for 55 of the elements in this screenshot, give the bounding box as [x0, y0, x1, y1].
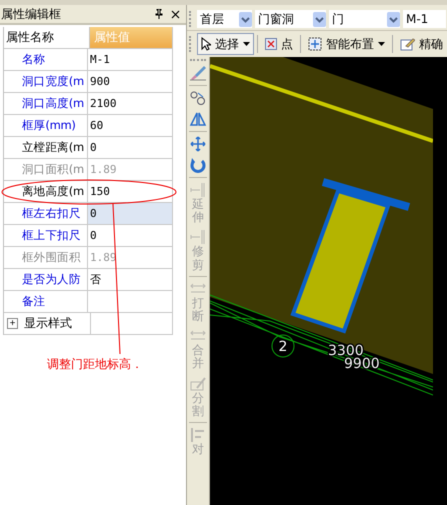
- mirror-icon: [189, 111, 207, 127]
- split-icon: [189, 376, 207, 392]
- caret-icon[interactable]: [378, 42, 385, 46]
- property-value-cell[interactable]: 2100: [88, 93, 173, 114]
- panel-title: 属性编辑框: [1, 6, 62, 22]
- property-value-cell[interactable]: 60: [88, 115, 173, 136]
- pencil-icon: [400, 37, 415, 51]
- cross-box-icon: [265, 38, 277, 50]
- property-value-cell[interactable]: 0: [88, 137, 173, 158]
- toolbar-button[interactable]: 选择: [197, 33, 254, 55]
- property-name: 是否为人防: [21, 272, 81, 287]
- annotation-text: 调整门距地标高．: [47, 356, 143, 373]
- column-header: 属性值: [90, 27, 173, 48]
- dropdown[interactable]: M-1: [403, 10, 446, 28]
- property-value-cell[interactable]: M-1: [88, 49, 173, 70]
- trim-icon: [189, 229, 207, 246]
- extend-icon: [189, 182, 207, 198]
- tool-button[interactable]: [188, 135, 208, 153]
- move-icon: [189, 136, 207, 152]
- property-name: 洞口宽度(m: [21, 74, 84, 89]
- property-name: 备注: [21, 294, 46, 309]
- tool-button[interactable]: [188, 156, 208, 174]
- toolbar-button[interactable]: 点: [261, 33, 297, 55]
- dotted-square-icon: [308, 37, 322, 51]
- align-icon: [189, 426, 207, 443]
- property-value-cell[interactable]: 0: [88, 203, 173, 224]
- property-name: 框上下扣尺: [21, 228, 81, 243]
- group-label: 显示样式: [24, 315, 72, 332]
- close-icon[interactable]: [171, 10, 180, 18]
- circles-icon: [189, 90, 207, 106]
- dropdown[interactable]: 首层: [197, 10, 252, 28]
- rotate-icon: [189, 157, 207, 173]
- property-name: 名称: [21, 52, 46, 67]
- property-name: 框厚(mm): [21, 118, 76, 133]
- property-value-cell[interactable]: 0: [88, 225, 173, 246]
- property-name: 框外围面积: [21, 250, 81, 265]
- property-name: 洞口高度(m: [21, 96, 84, 111]
- pin-icon[interactable]: [155, 9, 163, 19]
- toolbar-button[interactable]: 智能布置: [304, 33, 389, 55]
- pointer-icon: [201, 37, 211, 51]
- dropdown[interactable]: 门窗洞: [255, 10, 326, 28]
- property-name: 洞口面积(m: [21, 162, 84, 177]
- expand-button[interactable]: +: [7, 318, 18, 329]
- property-name: 框左右扣尺: [21, 206, 81, 221]
- property-value-cell[interactable]: 150: [88, 181, 173, 202]
- brush-icon: [189, 65, 207, 81]
- property-name: 离地高度(m: [21, 184, 84, 199]
- tool-button[interactable]: [188, 110, 208, 128]
- tool-button[interactable]: [188, 64, 208, 82]
- property-value-cell[interactable]: 900: [88, 71, 173, 92]
- property-value-cell[interactable]: 否: [88, 269, 173, 290]
- toolbar-button[interactable]: 精确: [396, 33, 447, 55]
- property-name: 立樘距离(m: [21, 140, 84, 155]
- caret-icon[interactable]: [243, 42, 250, 46]
- dropdown[interactable]: 门: [329, 10, 400, 28]
